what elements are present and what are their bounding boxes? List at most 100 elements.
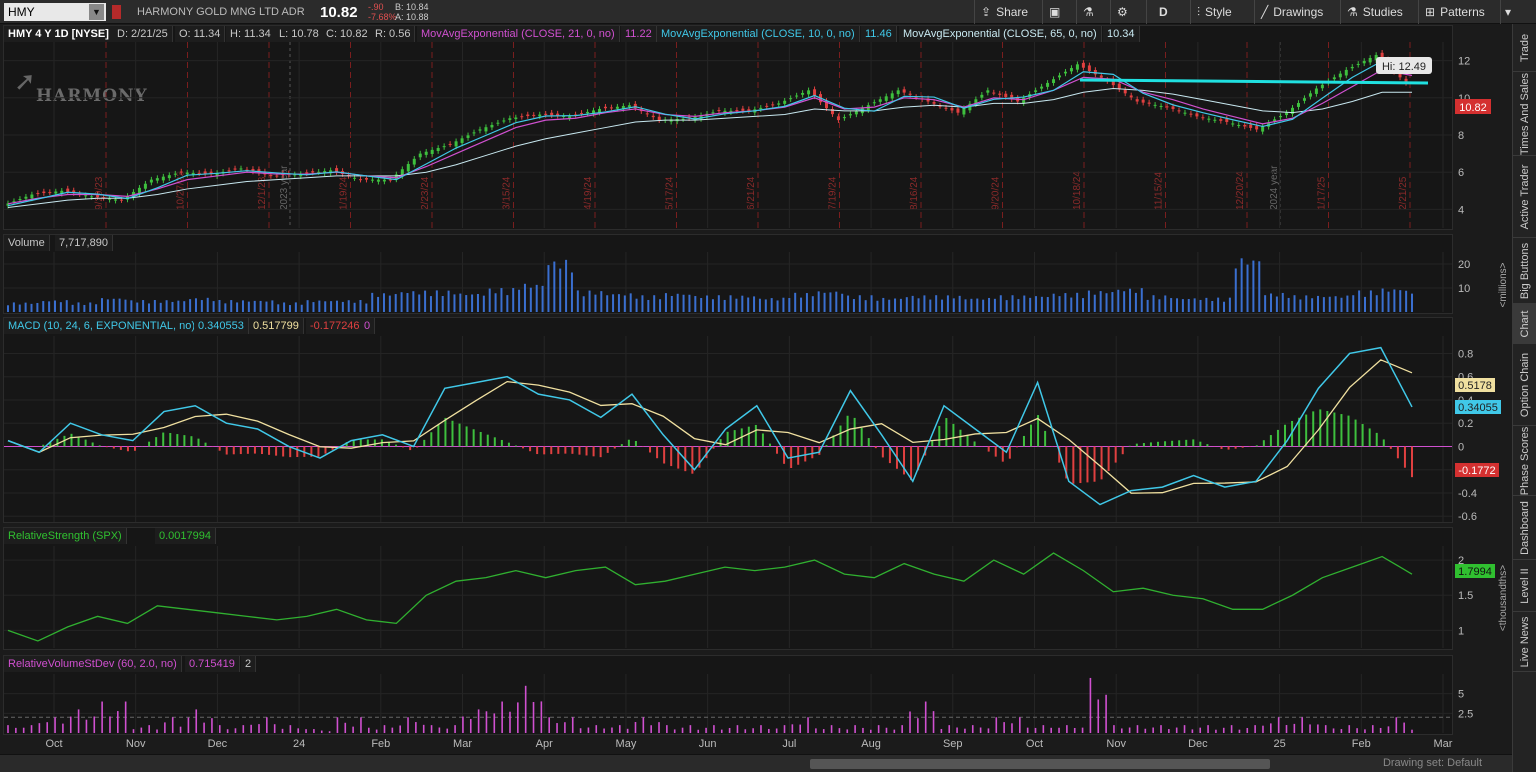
event-date-label: 10/18/24 [1072,171,1083,210]
volume-bar [1105,293,1108,312]
macd-hist-bar [1269,435,1272,447]
volume-bar [95,304,98,312]
sidebar-tab-times-and-sales[interactable]: Times And Sales [1513,72,1536,156]
rv-bar [211,718,213,733]
sidebar-tab-active-trader[interactable]: Active Trader [1513,156,1536,238]
candle-body [108,198,112,200]
volume-bar [476,294,479,312]
candle-body [998,93,1002,95]
macd-hist-bar [296,446,299,458]
volume-bar [582,296,585,312]
macd-hist-bar [430,432,433,447]
rv-bar [815,728,817,733]
candle-body [460,138,464,143]
macd-hist-bar [1079,446,1082,484]
macd-hist-bar [571,446,574,454]
volume-bar [1223,301,1226,312]
rv-tick: 2.5 [1458,708,1473,720]
event-date-label: 8/16/24 [909,176,920,210]
sidebar-tab-big-buttons[interactable]: Big Buttons [1513,238,1536,304]
macd-hist-bar [500,439,503,447]
sidebar-tab-trade[interactable]: Trade [1513,24,1536,72]
event-date-label: 3/15/24 [502,176,513,210]
volume-bar [559,268,562,312]
sidebar-tab-level-ii[interactable]: Level II [1513,560,1536,612]
scroll-thumb[interactable] [810,759,1270,769]
volume-bar [1164,295,1167,312]
rv-bar [266,717,268,733]
candle-body [878,99,882,102]
rv-bar [469,719,472,733]
rv-bar [1395,717,1398,733]
rv-bar [117,711,119,733]
volume-bar [1123,291,1126,312]
rv-bar [1128,727,1131,733]
x-axis-label: Dec [1188,738,1208,750]
macd-hist-bar [670,446,673,467]
candle-body [1368,57,1372,63]
macd-hist-bar [1142,443,1145,447]
rv-bar [62,723,64,733]
rv-bar [964,728,966,733]
macd-hist-bar [42,444,45,447]
macd-hist-bar [1368,428,1371,447]
macd-hist-bar [825,445,828,447]
candle-body [418,153,422,158]
candle-body [36,193,40,195]
rv-bar [1207,725,1209,733]
volume-bar [142,300,145,312]
macd-hist-bar [874,446,877,449]
rs-line [7,552,1413,642]
macd-hist-bar [691,446,694,474]
macd-hist-bar [239,446,242,455]
volume-bar [1364,296,1367,312]
volume-bar [835,291,838,312]
rv-bar [736,725,739,733]
volume-bar [1270,293,1273,312]
volume-bar [664,293,667,312]
macd-hist-bar [423,439,426,447]
candle-body [305,172,309,174]
macd-hist-bar [931,440,934,447]
sidebar-tab-dashboard[interactable]: Dashboard [1513,496,1536,560]
rv-bar [1050,727,1052,733]
rv-bar [846,729,849,733]
macd-hist-bar [444,417,447,447]
rv-bar [415,722,417,733]
volume-bar [294,302,297,312]
macd-hist-bar [1185,439,1188,447]
rv-bar [1168,729,1170,733]
event-date-label: 12/20/24 [1235,171,1246,210]
volume-bar [764,299,767,312]
macd-hist-bar [472,429,475,447]
rv-bar [705,727,707,733]
macd-hist-bar [754,424,757,447]
sidebar-tab-live-news[interactable]: Live News [1513,612,1536,672]
candle-body [1314,88,1318,94]
sidebar-tab-label: Chart [1519,310,1531,337]
volume-bar [1146,299,1149,312]
candle-body [1308,93,1312,97]
macd-hist-bar [197,438,200,447]
candle-body [311,171,315,173]
volume-bar [1375,295,1378,312]
sidebar-tab-phase-scores[interactable]: Phase Scores [1513,426,1536,496]
volume-bar [1193,298,1196,312]
volume-bar [770,298,773,312]
sidebar-tab-chart[interactable]: Chart [1513,304,1536,344]
macd-hist-bar [987,446,990,452]
horizontal-scrollbar[interactable]: Drawing set: Default [0,754,1512,772]
candle-body [406,164,410,172]
macd-hist-bar [514,445,517,447]
candle-body [777,103,781,105]
candle-body [1237,124,1241,126]
sidebar-tab-option-chain[interactable]: Option Chain [1513,344,1536,426]
candle-body [950,108,954,111]
macd-hist-bar [1206,444,1209,447]
volume-bar [811,296,814,312]
rv-bar [360,717,362,733]
sidebar-tab-label: Dashboard [1519,500,1531,555]
rv-bar [485,711,488,733]
volume-bar [970,298,973,312]
macd-hist-bar [1157,441,1160,447]
